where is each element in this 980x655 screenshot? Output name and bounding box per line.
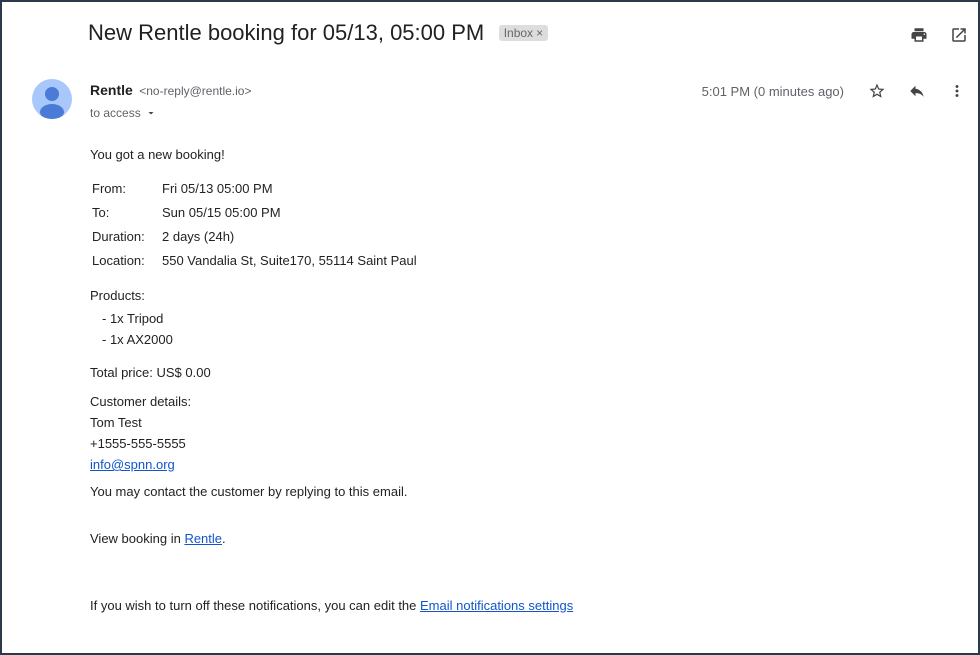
detail-value: Fri 05/13 05:00 PM	[162, 181, 273, 196]
chevron-down-icon	[148, 112, 154, 115]
detail-row: From: Fri 05/13 05:00 PM	[92, 177, 573, 201]
contact-note: You may contact the customer by replying…	[90, 484, 408, 499]
notifications-line: If you wish to turn off these notificati…	[90, 595, 573, 616]
timestamp: 5:01 PM (0 minutes ago)	[701, 83, 844, 99]
more-options-icon[interactable]	[946, 80, 968, 102]
message-meta: 5:01 PM (0 minutes ago)	[702, 80, 968, 102]
sender-block: Rentle <no-reply@rentle.io> to access	[90, 82, 252, 120]
recipient-text: to access	[90, 106, 141, 120]
detail-label: Location:	[92, 253, 145, 268]
view-booking-suffix: .	[222, 531, 226, 546]
total-price: Total price: US$ 0.00	[90, 365, 211, 380]
detail-value: Sun 05/15 05:00 PM	[162, 205, 281, 220]
print-icon[interactable]	[908, 24, 930, 46]
customer-name: Tom Test	[90, 415, 142, 430]
recipient-dropdown[interactable]: to access	[90, 106, 252, 120]
detail-value: 550 Vandalia St, Suite170, 55114 Saint P…	[162, 253, 417, 268]
customer-phone: +1555-555-5555	[90, 436, 186, 451]
detail-label: To:	[92, 205, 110, 220]
star-icon[interactable]	[866, 80, 888, 102]
view-booking-prefix: View booking in	[90, 531, 185, 546]
inbox-label-text: Inbox	[503, 26, 534, 40]
product-item: - 1x Tripod	[102, 311, 164, 326]
customer-email-link[interactable]: info@spnn.org	[90, 457, 175, 472]
customer-label: Customer details:	[90, 394, 192, 409]
product-item: - 1x AX2000	[102, 332, 173, 347]
customer-section: Customer details: Tom Test +1555-555-555…	[90, 391, 573, 475]
reply-icon[interactable]	[906, 80, 928, 102]
detail-row: Duration: 2 days (24h)	[92, 225, 573, 249]
detail-row: To: Sun 05/15 05:00 PM	[92, 201, 573, 225]
view-booking-line: View booking in Rentle.	[90, 528, 573, 549]
detail-label: Duration:	[92, 229, 145, 244]
intro-text: You got a new booking!	[90, 147, 225, 162]
detail-label: From:	[92, 181, 126, 196]
email-subject: New Rentle booking for 05/13, 05:00 PM	[88, 20, 485, 45]
notifications-prefix: If you wish to turn off these notificati…	[90, 598, 421, 613]
products-label: Products:	[90, 288, 145, 303]
open-in-new-window-icon[interactable]	[948, 24, 970, 46]
detail-row: Location: 550 Vandalia St, Suite170, 551…	[92, 249, 573, 273]
products-section: Products: - 1x Tripod - 1x AX2000	[90, 285, 573, 350]
email-body: You got a new booking! From: Fri 05/13 0…	[90, 144, 573, 616]
top-toolbar	[908, 24, 970, 46]
sender-name[interactable]: Rentle	[90, 82, 133, 98]
remove-label-button[interactable]: ×	[536, 26, 543, 40]
subject-row: New Rentle booking for 05/13, 05:00 PM I…	[88, 20, 978, 54]
rentle-link[interactable]: Rentle	[184, 531, 222, 546]
avatar-icon[interactable]	[32, 79, 72, 119]
booking-details: From: Fri 05/13 05:00 PM To: Sun 05/15 0…	[92, 177, 573, 273]
detail-value: 2 days (24h)	[162, 229, 235, 244]
email-notifications-settings-link[interactable]: Email notifications settings	[420, 598, 573, 613]
sender-email: <no-reply@rentle.io>	[139, 84, 252, 98]
inbox-label-chip[interactable]: Inbox ×	[498, 25, 549, 41]
